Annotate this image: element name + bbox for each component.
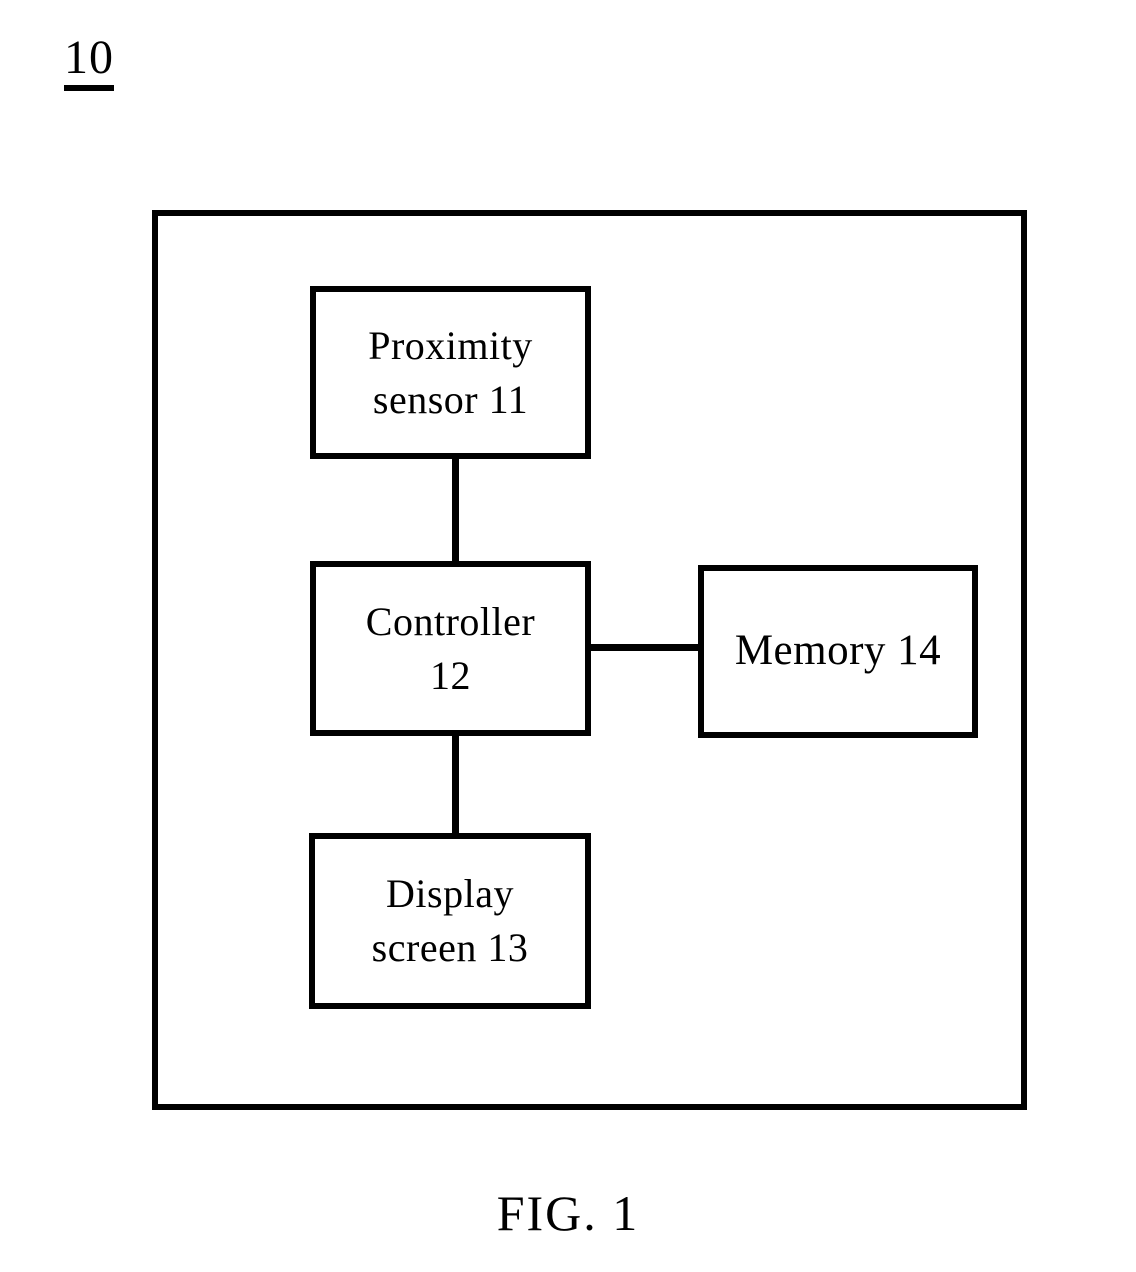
block-memory-label: Memory 14 [734, 627, 942, 675]
block-display-screen: Display screen 13 [309, 833, 591, 1009]
figure-caption: FIG. 1 [496, 1185, 640, 1241]
block-proximity-sensor-label: Proximity sensor 11 [368, 322, 533, 422]
block-controller-label: Controller 12 [365, 598, 536, 698]
block-memory: Memory 14 [698, 565, 978, 738]
block-display-screen-label: Display screen 13 [371, 871, 529, 970]
figure-reference-numeral: 10 [64, 34, 114, 91]
figure-reference-numeral-text: 10 [64, 34, 114, 91]
figure-page: 10 Proximity sensor 11 Controller 12 Mem… [0, 0, 1136, 1272]
connector-controller-to-memory [586, 644, 702, 651]
connector-controller-to-display-screen [452, 731, 459, 839]
connector-proximity-sensor-to-controller [452, 455, 459, 567]
block-controller: Controller 12 [310, 561, 591, 736]
block-proximity-sensor: Proximity sensor 11 [310, 286, 591, 459]
